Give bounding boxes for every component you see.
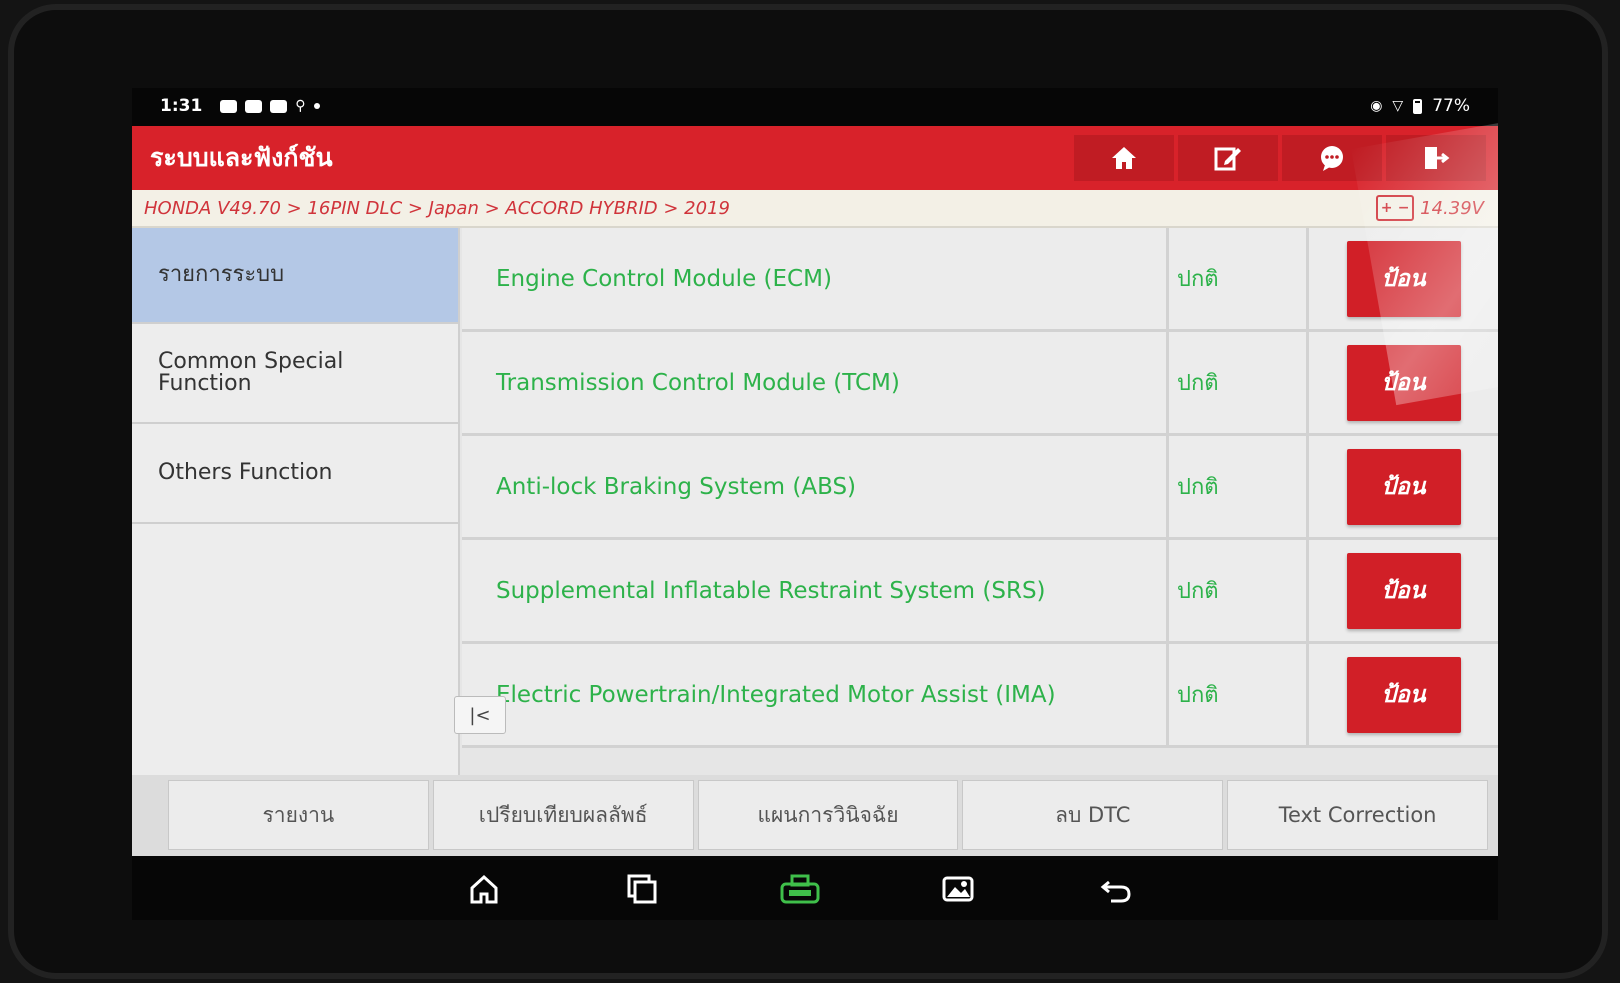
status-bar: 1:31 ⚲ ◉ ▽ 77% [132,88,1498,124]
system-name: Anti-lock Braking System (ABS) [462,436,1169,537]
sidebar: รายการระบบ Common Special Function Other… [132,228,460,775]
enter-button[interactable]: ป้อน [1346,240,1461,317]
enter-button[interactable]: ป้อน [1346,552,1461,629]
system-row-abs: Anti-lock Braking System (ABS) ปกติ ป้อน [462,436,1498,540]
more-notifications-icon [313,103,320,109]
compare-results-button[interactable]: เปรียบเทียบผลลัพธ์ [432,780,694,850]
system-name: Electric Powertrain/Integrated Motor Ass… [462,644,1169,745]
tablet-device: 1:31 ⚲ ◉ ▽ 77% ระบบและฟังก์ชัน HONDA V49… [8,4,1608,979]
car-battery-icon: + − [1376,195,1415,221]
system-name: Supplemental Inflatable Restraint System… [462,540,1169,641]
system-name: Transmission Control Module (TCM) [462,332,1169,433]
recents-icon [627,874,657,904]
report-button[interactable]: รายงาน [168,780,429,850]
collapse-sidebar-button[interactable]: |< [454,696,506,734]
chat-icon [1321,146,1343,171]
exit-button[interactable] [1386,135,1486,181]
system-row-srs: Supplemental Inflatable Restraint System… [462,540,1498,644]
status-time: 1:31 [160,96,203,116]
enter-button[interactable]: ป้อน [1346,656,1461,733]
youtube-icon [245,99,263,113]
sidebar-item-system-list[interactable]: รายการระบบ [132,228,458,324]
enter-button[interactable]: ป้อน [1346,448,1461,525]
home-icon [1112,147,1136,169]
clear-dtc-button[interactable]: ลบ DTC [962,780,1224,850]
battery-percent: 77% [1432,96,1470,116]
system-name: Engine Control Module (ECM) [462,228,1169,329]
nav-screenshot-button[interactable] [937,868,979,910]
sidebar-item-common-special-function[interactable]: Common Special Function [132,324,458,424]
text-correction-button[interactable]: Text Correction [1227,780,1488,850]
voltage-value: 14.39V [1420,197,1484,219]
system-status: ปกติ [1169,332,1309,433]
battery-icon [1413,98,1423,114]
chat-button[interactable] [1282,135,1382,181]
battery-voltage: + − 14.39V [1376,195,1484,221]
system-status: ปกติ [1169,228,1309,329]
nav-vci-button[interactable] [779,868,821,910]
system-row-ima: Electric Powertrain/Integrated Motor Ass… [462,644,1498,748]
breadcrumb: HONDA V49.70 > 16PIN DLC > Japan > ACCOR… [132,190,1498,228]
home-button[interactable] [1074,135,1174,181]
wifi-icon: ▽ [1392,98,1404,114]
main-content: รายการระบบ Common Special Function Other… [132,228,1498,775]
page-title: ระบบและฟังก์ชัน [150,143,333,172]
usb-icon: ⚲ [295,98,306,114]
vci-icon [780,874,820,904]
system-status: ปกติ [1169,644,1309,745]
system-row-ecm: Engine Control Module (ECM) ปกติ ป้อน [462,228,1498,332]
screenshot-icon [942,876,974,902]
edit-button[interactable] [1178,135,1278,181]
notification-icon [220,99,238,113]
enter-button[interactable]: ป้อน [1346,344,1461,421]
title-bar: ระบบและฟังก์ชัน [132,126,1498,190]
system-row-tcm: Transmission Control Module (TCM) ปกติ ป… [462,332,1498,436]
collapse-left-icon: |< [469,704,491,726]
bottom-action-bar: รายงาน เปรียบเทียบผลลัพธ์ แผนการวินิจฉัย… [132,775,1498,856]
system-list: Engine Control Module (ECM) ปกติ ป้อน Tr… [462,228,1498,775]
home-icon [470,874,498,904]
screen: 1:31 ⚲ ◉ ▽ 77% ระบบและฟังก์ชัน HONDA V49… [132,88,1498,920]
diagnostic-app: ระบบและฟังก์ชัน HONDA V49.70 > 16PIN DLC… [132,126,1498,856]
nav-home-button[interactable] [463,868,505,910]
diagnostic-plan-button[interactable]: แผนการวินิจฉัย [697,780,959,850]
toolbar [1074,135,1486,181]
sidebar-item-others-function[interactable]: Others Function [132,424,458,524]
breadcrumb-path: HONDA V49.70 > 16PIN DLC > Japan > ACCOR… [144,197,730,219]
nav-recents-button[interactable] [621,868,663,910]
youtube-icon [270,99,288,113]
edit-icon [1214,147,1241,171]
system-status: ปกติ [1169,436,1309,537]
android-nav-bar [132,858,1498,920]
exit-icon [1425,147,1450,169]
nav-back-button[interactable] [1095,868,1137,910]
system-status: ปกติ [1169,540,1309,641]
back-icon [1100,880,1131,903]
location-icon: ◉ [1370,98,1383,114]
